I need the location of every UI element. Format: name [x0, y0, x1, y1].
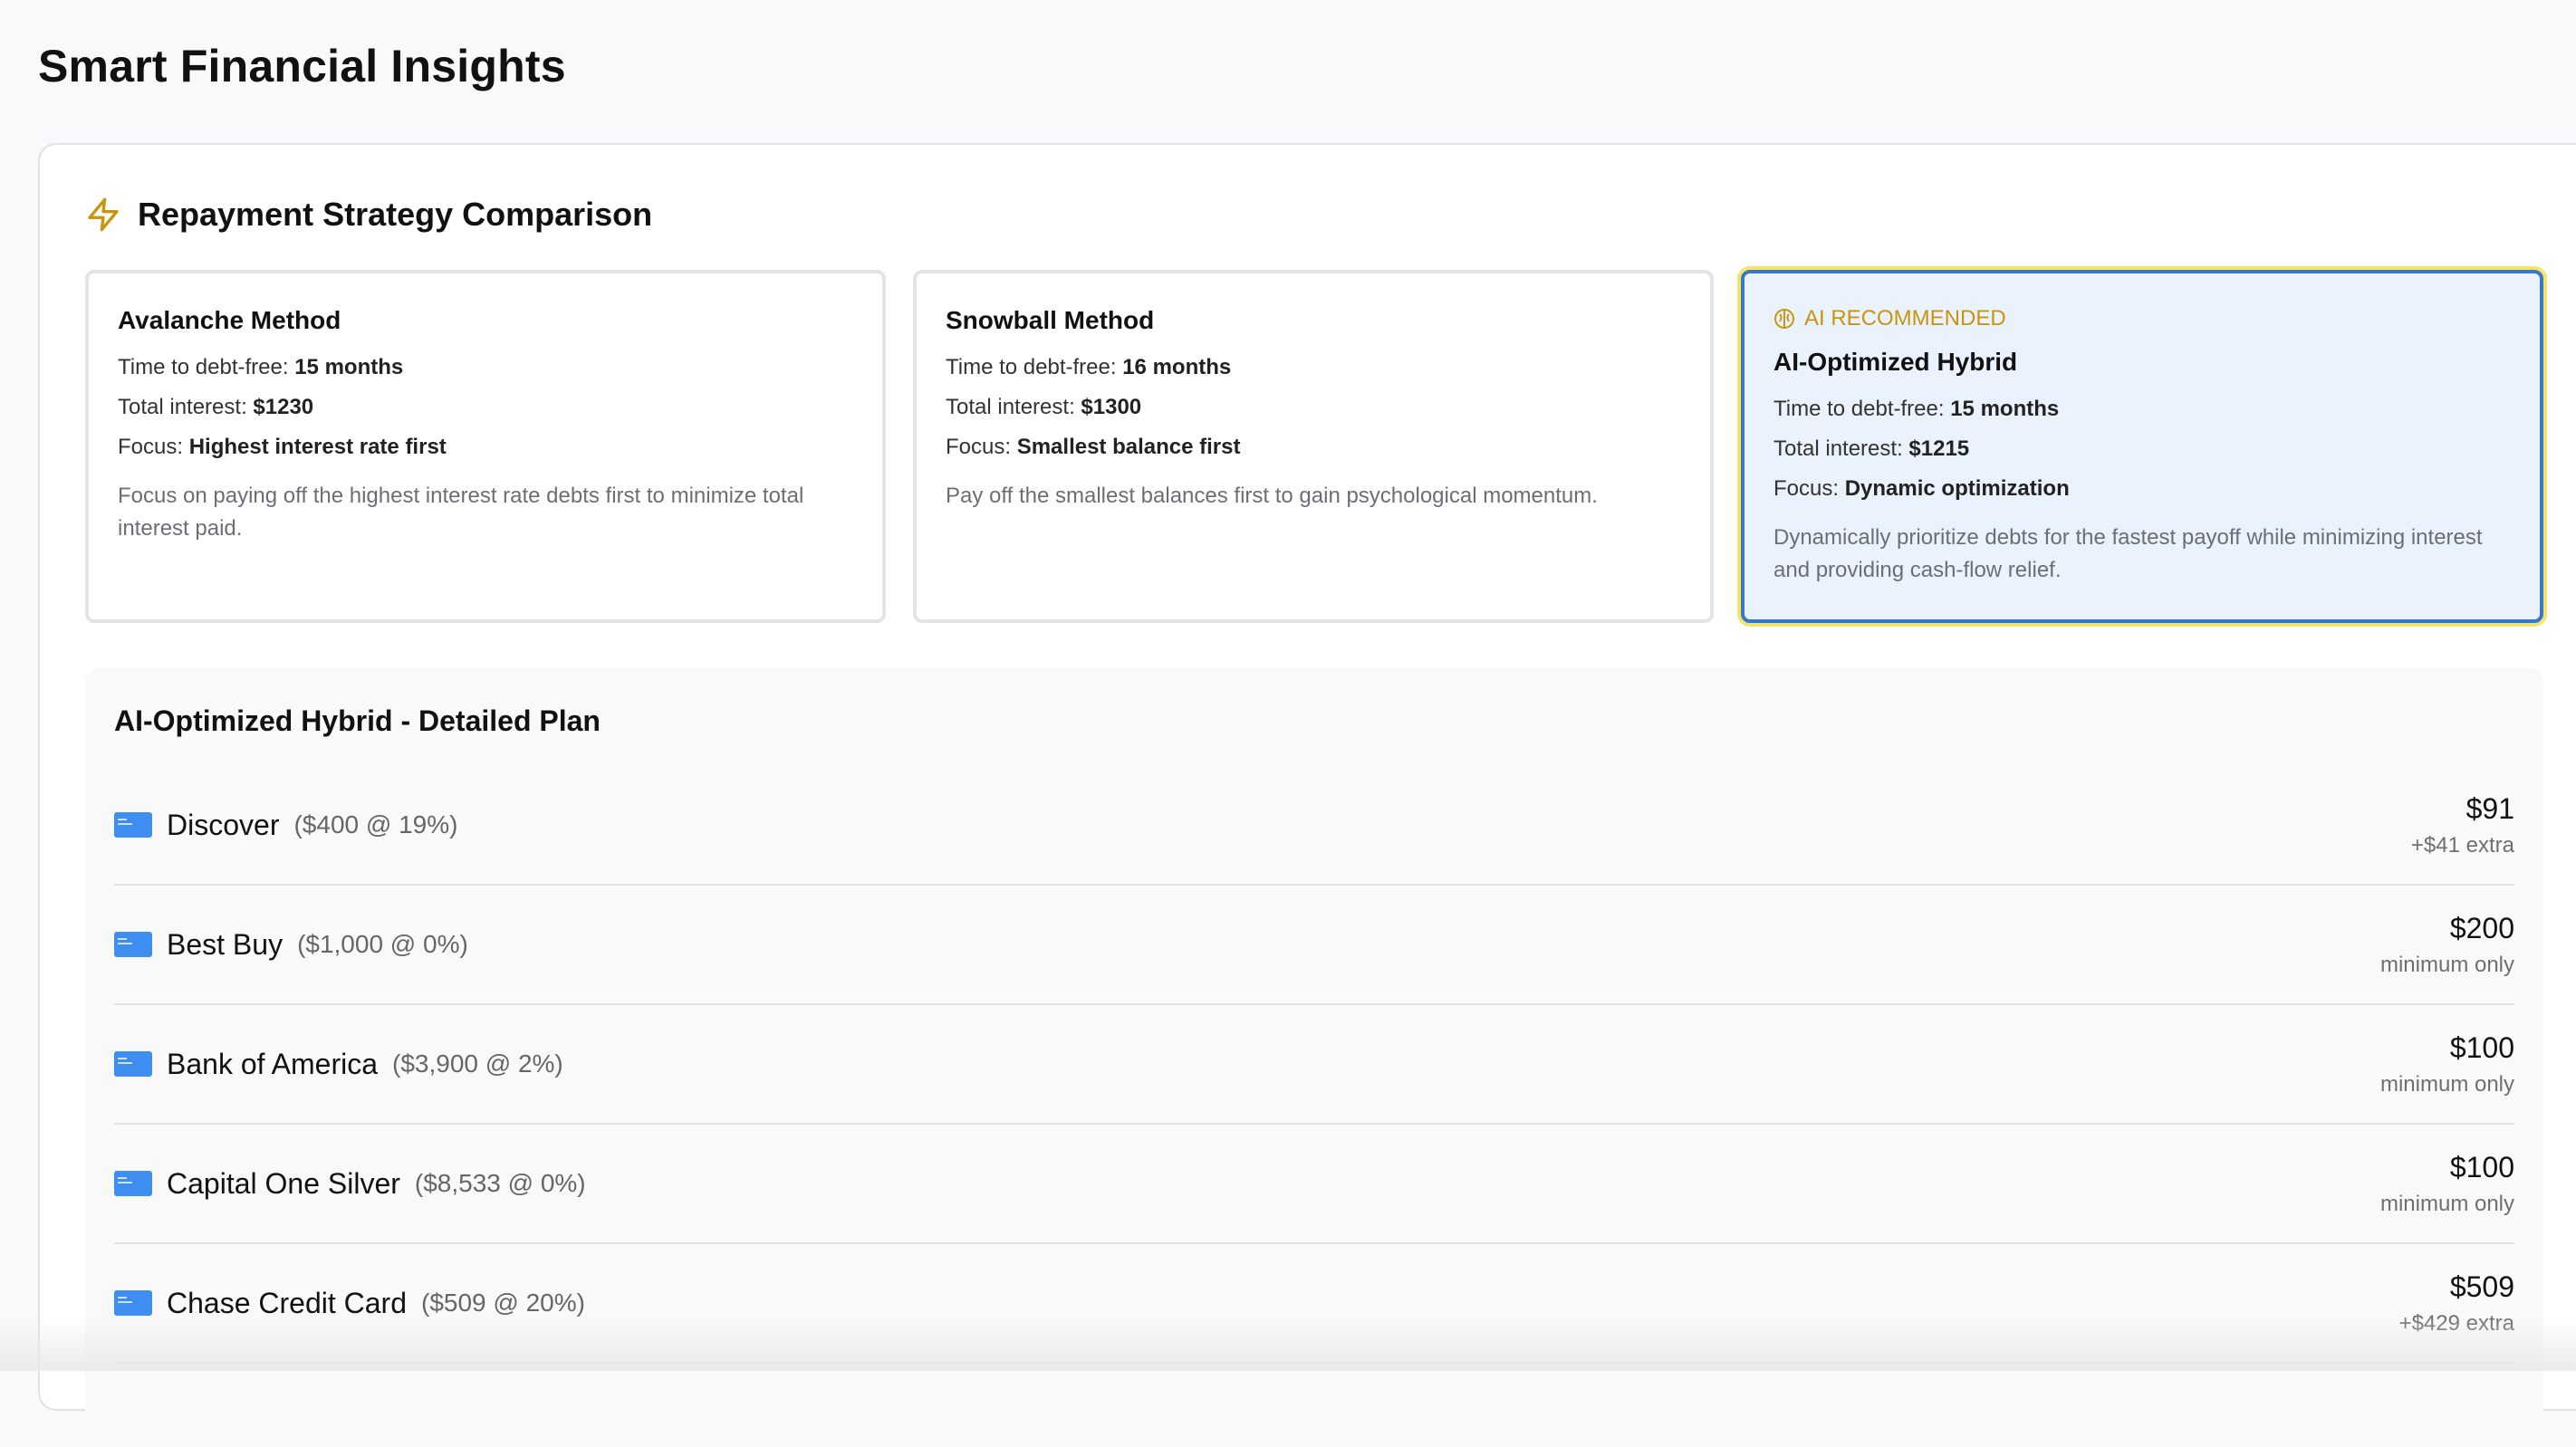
- payment-info: $91 +$41 extra: [2411, 792, 2514, 858]
- interest-value: $1230: [253, 395, 314, 419]
- plan-row-bank-of-america: Bank of America ($3,900 @ 2%) $100 minim…: [114, 1005, 2514, 1125]
- payment-info: $100 minimum only: [2380, 1031, 2514, 1097]
- strategy-description: Focus on paying off the highest interest…: [118, 484, 804, 541]
- strategy-time-row: Time to debt-free: 15 months: [118, 348, 853, 388]
- plan-row-best-buy: Best Buy ($1,000 @ 0%) $200 minimum only: [114, 886, 2514, 1005]
- credit-card-icon: [114, 1290, 152, 1316]
- focus-value: Highest interest rate first: [188, 435, 447, 459]
- debt-detail: ($3,900 @ 2%): [392, 1049, 563, 1078]
- strategy-interest-row: Total interest: $1230: [118, 388, 853, 427]
- time-label: Time to debt-free:: [118, 355, 289, 379]
- payment-info: $509 +$429 extra: [2399, 1270, 2514, 1337]
- payment-amount: $100: [2449, 1030, 2514, 1064]
- payment-note: +$429 extra: [2398, 1310, 2514, 1336]
- credit-card-icon: [114, 812, 152, 838]
- focus-label: Focus:: [946, 435, 1012, 459]
- payment-note: +$41 extra: [2410, 832, 2514, 858]
- payment-info: $100 minimum only: [2380, 1151, 2514, 1217]
- time-value: 16 months: [1122, 355, 1232, 379]
- detailed-plan: AI-Optimized Hybrid - Detailed Plan Disc…: [85, 668, 2543, 1447]
- interest-value: $1300: [1081, 395, 1142, 419]
- focus-value: Smallest balance first: [1016, 435, 1241, 459]
- page-title: Smart Financial Insights: [38, 41, 566, 91]
- brain-icon: [1774, 309, 1794, 329]
- debt-name: Capital One Silver: [167, 1166, 400, 1200]
- strategy-description: Dynamically prioritize debts for the fas…: [1773, 525, 2483, 582]
- plan-row-info: Capital One Silver ($8,533 @ 0%): [114, 1167, 586, 1201]
- payment-note: minimum only: [2379, 1191, 2514, 1216]
- debt-detail: ($1,000 @ 0%): [297, 930, 468, 958]
- debt-detail: ($509 @ 20%): [421, 1289, 585, 1317]
- focus-value: Dynamic optimization: [1844, 476, 2070, 501]
- payment-note: minimum only: [2379, 1071, 2514, 1097]
- strategy-panel: Repayment Strategy Comparison Avalanche …: [38, 143, 2576, 1447]
- strategy-name: AI-Optimized Hybrid: [1773, 348, 2018, 376]
- time-value: 15 months: [1950, 397, 2060, 421]
- plan-title: AI-Optimized Hybrid - Detailed Plan: [114, 704, 601, 737]
- debt-name: Chase Credit Card: [167, 1286, 407, 1319]
- lightning-bolt-icon: [88, 197, 119, 232]
- strategy-name: Snowball Method: [946, 306, 1155, 334]
- section-header: Repayment Strategy Comparison: [85, 196, 652, 234]
- strategy-time-row: Time to debt-free: 15 months: [1773, 389, 2511, 429]
- plan-list: Discover ($400 @ 19%) $91 +$41 extra Bes…: [114, 766, 2514, 1364]
- credit-card-icon: [114, 932, 152, 957]
- badge-label: AI RECOMMENDED: [1804, 306, 2006, 331]
- focus-label: Focus:: [1773, 476, 1840, 501]
- debt-name: Discover: [167, 808, 280, 841]
- debt-name: Bank of America: [167, 1047, 378, 1080]
- interest-label: Total interest:: [118, 395, 247, 419]
- strategy-card-ai-hybrid[interactable]: AI RECOMMENDED AI-Optimized Hybrid Time …: [1741, 270, 2543, 623]
- section-title: Repayment Strategy Comparison: [138, 196, 653, 233]
- time-label: Time to debt-free:: [946, 355, 1117, 379]
- interest-label: Total interest:: [946, 395, 1075, 419]
- payment-amount: $91: [2465, 791, 2514, 825]
- plan-row-info: Best Buy ($1,000 @ 0%): [114, 928, 468, 962]
- strategy-card-avalanche[interactable]: Avalanche Method Time to debt-free: 15 m…: [85, 270, 886, 623]
- strategy-focus-row: Focus: Dynamic optimization: [1773, 469, 2511, 509]
- strategy-interest-row: Total interest: $1215: [1773, 429, 2511, 469]
- strategy-description: Pay off the smallest balances first to g…: [946, 484, 1598, 508]
- plan-row-capital-one-silver: Capital One Silver ($8,533 @ 0%) $100 mi…: [114, 1125, 2514, 1244]
- payment-amount: $100: [2449, 1150, 2514, 1183]
- credit-card-icon: [114, 1051, 152, 1077]
- strategy-focus-row: Focus: Highest interest rate first: [118, 427, 853, 467]
- plan-row-chase-credit-card: Chase Credit Card ($509 @ 20%) $509 +$42…: [114, 1244, 2514, 1364]
- credit-card-icon: [114, 1171, 152, 1196]
- strategy-name: Avalanche Method: [118, 306, 341, 334]
- plan-row-info: Bank of America ($3,900 @ 2%): [114, 1048, 563, 1081]
- payment-amount: $509: [2449, 1270, 2514, 1303]
- payment-note: minimum only: [2379, 952, 2514, 977]
- strategy-interest-row: Total interest: $1300: [946, 388, 1681, 427]
- plan-row-discover: Discover ($400 @ 19%) $91 +$41 extra: [114, 766, 2514, 886]
- focus-label: Focus:: [118, 435, 184, 459]
- debt-detail: ($8,533 @ 0%): [414, 1169, 586, 1197]
- time-label: Time to debt-free:: [1773, 397, 1945, 421]
- payment-info: $200 minimum only: [2380, 912, 2514, 978]
- interest-value: $1215: [1908, 436, 1970, 461]
- ai-recommended-badge: AI RECOMMENDED: [1773, 306, 2511, 331]
- strategy-time-row: Time to debt-free: 16 months: [946, 348, 1681, 388]
- debt-detail: ($400 @ 19%): [293, 810, 458, 838]
- plan-row-info: Discover ($400 @ 19%): [114, 809, 457, 842]
- strategy-card-snowball[interactable]: Snowball Method Time to debt-free: 16 mo…: [913, 270, 1714, 623]
- strategy-focus-row: Focus: Smallest balance first: [946, 427, 1681, 467]
- payment-amount: $200: [2449, 911, 2514, 944]
- time-value: 15 months: [294, 355, 404, 379]
- plan-row-info: Chase Credit Card ($509 @ 20%): [114, 1287, 585, 1320]
- debt-name: Best Buy: [167, 927, 284, 961]
- interest-label: Total interest:: [1773, 436, 1903, 461]
